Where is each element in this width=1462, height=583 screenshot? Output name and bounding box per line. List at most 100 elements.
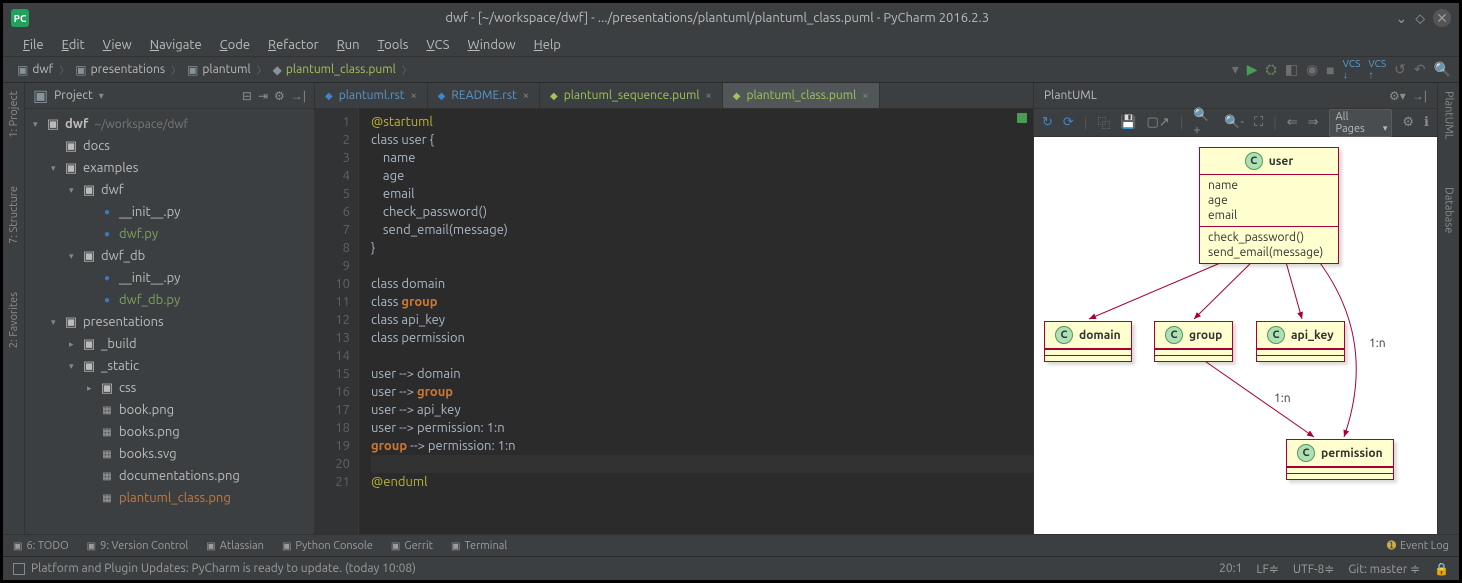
run-config-dropdown[interactable]: ▾: [1232, 61, 1239, 78]
export-icon[interactable]: ▢↗: [1147, 115, 1170, 130]
copy-icon[interactable]: ⿻: [1097, 113, 1110, 132]
plantuml-diagram[interactable]: 1:n 1:n Cuser nameageemail check_passwor…: [1034, 137, 1437, 534]
cursor-position[interactable]: 20:1: [1219, 562, 1242, 576]
hide-icon[interactable]: →|: [1412, 89, 1427, 103]
tree-node-plantuml_class.png[interactable]: ▦plantuml_class.png: [25, 487, 314, 509]
tree-node-docs[interactable]: ▣docs: [25, 135, 314, 157]
bottom-tool-terminal[interactable]: ▣Terminal: [451, 540, 507, 552]
breadcrumb-plantuml[interactable]: ▣plantuml: [181, 63, 257, 77]
menu-navigate[interactable]: Navigate: [142, 36, 210, 54]
close-tab-icon[interactable]: ×: [410, 90, 416, 102]
menu-refactor[interactable]: Refactor: [260, 36, 327, 54]
stop-icon[interactable]: ■: [1326, 62, 1334, 78]
gear-icon[interactable]: ⚙: [274, 89, 285, 103]
collapse-icon[interactable]: ⊟: [242, 89, 252, 103]
scroll-from-source-icon[interactable]: ⇥: [258, 89, 268, 103]
status-icon[interactable]: [13, 563, 25, 575]
editor-tab-plantuml_sequence.puml[interactable]: ◆plantuml_sequence.puml×: [540, 83, 723, 108]
menu-view[interactable]: View: [95, 36, 140, 54]
tree-node-books.svg[interactable]: ▦books.svg: [25, 443, 314, 465]
tree-node-dwf_db[interactable]: ▾▣dwf_db: [25, 245, 314, 267]
lock-icon[interactable]: 🔒: [1434, 562, 1449, 576]
breadcrumb-presentations[interactable]: ▣presentations: [69, 63, 171, 77]
menu-file[interactable]: File: [15, 36, 52, 54]
zoom-in-icon[interactable]: 🔍+: [1193, 108, 1214, 137]
editor-tab-plantuml.rst[interactable]: ◆plantuml.rst×: [315, 83, 428, 108]
close-tab-icon[interactable]: ×: [706, 90, 712, 102]
tool-tab-favorites[interactable]: 2: Favorites: [8, 288, 20, 352]
file-encoding[interactable]: UTF-8≑: [1293, 562, 1335, 576]
prev-page-icon[interactable]: ⇐: [1287, 115, 1298, 130]
fit-icon[interactable]: ⛶: [1254, 115, 1263, 130]
bottom-tool-atlassian[interactable]: ▣Atlassian: [206, 540, 264, 552]
bottom-tool-todo[interactable]: ▣6: TODO: [13, 540, 69, 552]
tree-node-book.png[interactable]: ▦book.png: [25, 399, 314, 421]
maximize-icon[interactable]: ⬦: [1415, 10, 1425, 27]
tree-node-dwf[interactable]: ▾▣dwf: [25, 179, 314, 201]
history-icon[interactable]: ↺: [1394, 61, 1406, 78]
settings-icon[interactable]: ⚙: [1402, 115, 1414, 130]
save-icon[interactable]: 💾: [1120, 115, 1136, 130]
close-tab-icon[interactable]: ×: [523, 90, 529, 102]
menu-vcs[interactable]: VCS: [418, 36, 457, 54]
editor-tab-plantuml_class.puml[interactable]: ◆plantuml_class.puml×: [723, 83, 880, 108]
profile-icon[interactable]: ◉: [1306, 61, 1318, 78]
tree-node-examples[interactable]: ▾▣examples: [25, 157, 314, 179]
breadcrumb-dwf[interactable]: ▣dwf: [11, 63, 59, 77]
tool-tab-database[interactable]: Database: [1443, 183, 1455, 237]
bottom-tool-pythonconsole[interactable]: ▣Python Console: [282, 540, 373, 552]
breadcrumb-plantuml_class.puml[interactable]: ◆plantuml_class.puml: [267, 63, 402, 77]
tree-node-_build[interactable]: ▸▣_build: [25, 333, 314, 355]
revert-icon[interactable]: ↶: [1414, 61, 1426, 78]
menu-code[interactable]: Code: [212, 36, 258, 54]
next-page-icon[interactable]: ⇒: [1308, 115, 1319, 130]
menu-help[interactable]: Help: [526, 36, 569, 54]
about-icon[interactable]: ℹ: [1424, 115, 1429, 130]
close-tab-icon[interactable]: ×: [862, 90, 868, 102]
chevron-right-icon: 〉: [257, 62, 267, 77]
debug-icon[interactable]: ⛭: [1266, 61, 1277, 78]
run-icon[interactable]: ▶: [1247, 61, 1258, 78]
menu-run[interactable]: Run: [329, 36, 368, 54]
uml-class-domain: Cdomain: [1044, 321, 1132, 362]
tree-node-__init__.py[interactable]: ●__init__.py: [25, 267, 314, 289]
zoom-out-icon[interactable]: 🔍-: [1224, 115, 1244, 130]
gear-icon[interactable]: ⚙▾: [1389, 89, 1406, 103]
event-log-button[interactable]: ➊ Event Log: [1387, 539, 1449, 552]
close-icon[interactable]: ✕: [1433, 9, 1451, 27]
project-view-dropdown[interactable]: ▾: [99, 90, 104, 102]
bottom-tool-versioncontrol[interactable]: ▣9: Version Control: [87, 540, 189, 552]
search-icon[interactable]: 🔍: [1434, 61, 1451, 78]
tree-node-__init__.py[interactable]: ●__init__.py: [25, 201, 314, 223]
auto-refresh-icon[interactable]: ⟳: [1063, 115, 1074, 130]
editor-tab-README.rst[interactable]: ◆README.rst×: [428, 83, 540, 108]
tree-node-_static[interactable]: ▾▣_static: [25, 355, 314, 377]
refresh-icon[interactable]: ↻: [1042, 115, 1053, 130]
vcs-commit-icon[interactable]: VCS↑: [1368, 58, 1386, 81]
tool-tab-plantuml[interactable]: PlantUML: [1443, 87, 1455, 143]
tree-node-dwf.py[interactable]: ●dwf.py: [25, 223, 314, 245]
bottom-tool-gerrit[interactable]: ▣Gerrit: [391, 540, 433, 552]
tree-node-dwf[interactable]: ▾▣dwf~/workspace/dwf: [25, 113, 314, 135]
code-editor[interactable]: @startumlclass user { name age email che…: [359, 109, 1033, 534]
coverage-icon[interactable]: ◧: [1285, 61, 1298, 78]
line-gutter[interactable]: 123456789101112131415161718192021: [315, 109, 359, 534]
project-tree[interactable]: ▾▣dwf~/workspace/dwf▣docs▾▣examples▾▣dwf…: [25, 109, 314, 534]
tree-node-css[interactable]: ▸▣css: [25, 377, 314, 399]
chevron-down-icon[interactable]: ⌄: [1395, 10, 1407, 27]
tool-tab-structure[interactable]: 7: Structure: [8, 182, 20, 248]
menu-edit[interactable]: Edit: [54, 36, 93, 54]
menu-tools[interactable]: Tools: [370, 36, 417, 54]
tree-node-documentations.png[interactable]: ▦documentations.png: [25, 465, 314, 487]
pages-dropdown[interactable]: All Pages: [1329, 109, 1393, 137]
project-header-title[interactable]: Project: [54, 89, 93, 102]
hide-icon[interactable]: →|: [291, 89, 306, 103]
menu-window[interactable]: Window: [459, 36, 523, 54]
tool-tab-project[interactable]: 1: Project: [8, 87, 20, 142]
tree-node-presentations[interactable]: ▾▣presentations: [25, 311, 314, 333]
git-branch[interactable]: Git: master ≑: [1348, 562, 1420, 576]
tree-node-books.png[interactable]: ▦books.png: [25, 421, 314, 443]
vcs-update-icon[interactable]: VCS↓: [1343, 58, 1361, 81]
line-separator[interactable]: LF≑: [1256, 562, 1278, 576]
tree-node-dwf_db.py[interactable]: ●dwf_db.py: [25, 289, 314, 311]
